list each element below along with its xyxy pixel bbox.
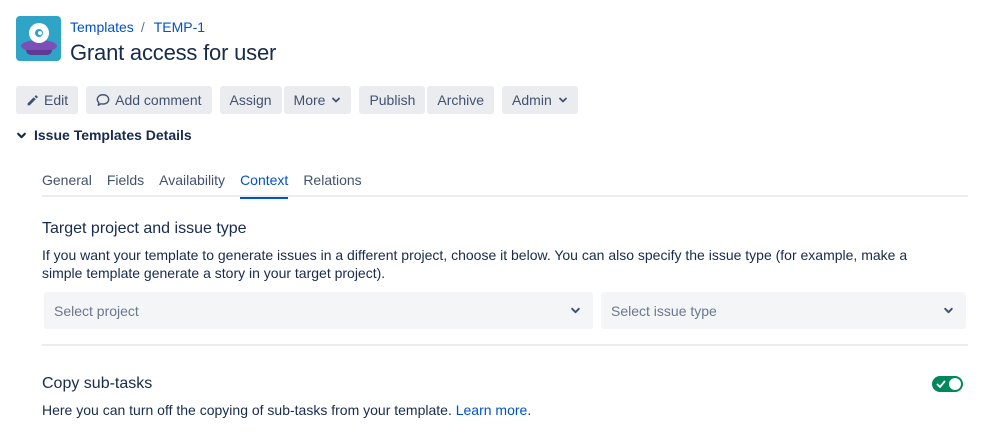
learn-more-link[interactable]: Learn more [456,402,528,418]
publish-button[interactable]: Publish [359,86,426,114]
subtasks-section-title: Copy sub-tasks [42,375,153,392]
archive-button[interactable]: Archive [427,86,495,114]
tab-context[interactable]: Context [240,172,289,199]
project-select[interactable]: Select project [44,292,593,329]
page-title: Grant access for user [70,40,277,65]
breadcrumb-separator: / [140,19,145,35]
chevron-down-icon [331,95,341,105]
add-comment-button-label: Add comment [115,92,202,108]
subtasks-description-suffix: . [527,402,532,418]
edit-button-label: Edit [44,92,69,108]
toggle-knob [949,378,961,390]
breadcrumb-issue-key-link[interactable]: TEMP-1 [154,19,205,35]
subtasks-description-text: Here you can turn off the copying of sub… [42,402,452,418]
project-select-placeholder: Select project [54,302,139,319]
issue-templates-details-toggle[interactable]: Issue Templates Details [16,127,192,143]
chevron-down-icon [16,130,27,141]
edit-button[interactable]: Edit [16,86,79,114]
check-icon [936,377,946,394]
section-title: Issue Templates Details [34,127,192,143]
archive-button-label: Archive [437,92,485,108]
pencil-icon [26,94,39,107]
assign-button-label: Assign [229,92,272,108]
chevron-down-icon [943,303,954,319]
copy-subtasks-toggle[interactable] [932,376,963,392]
add-comment-button[interactable]: Add comment [86,86,212,114]
comment-icon [96,93,110,107]
title-block: Templates / TEMP-1 Grant access for user [70,16,276,66]
details-tabs: General Fields Availability Context Rela… [42,172,968,199]
chevron-down-icon [558,95,568,105]
tab-fields[interactable]: Fields [107,172,144,197]
more-dropdown-button[interactable]: More [283,86,352,114]
tab-general[interactable]: General [42,172,92,197]
breadcrumb: Templates / TEMP-1 [70,17,276,37]
target-section-description: If you want your template to generate is… [42,247,908,281]
breadcrumb-templates-link[interactable]: Templates [70,19,134,35]
admin-dropdown-button[interactable]: Admin [502,86,578,114]
issue-type-select-placeholder: Select issue type [611,302,717,319]
issue-type-select[interactable]: Select issue type [601,292,966,329]
action-toolbar: Edit Add comment Assign More Publish Arc… [16,86,578,114]
chevron-down-icon [570,303,581,319]
publish-button-label: Publish [369,92,416,108]
tab-availability[interactable]: Availability [159,172,225,197]
target-section-title: Target project and issue type [42,220,247,237]
subtasks-section-description: Here you can turn off the copying of sub… [42,401,531,419]
more-button-label: More [293,92,326,108]
tab-relations[interactable]: Relations [303,172,361,197]
project-avatar-icon[interactable] [16,16,61,61]
assign-button[interactable]: Assign [219,86,282,114]
admin-button-label: Admin [512,92,552,108]
section-divider [42,344,968,346]
page-header: Templates / TEMP-1 Grant access for user [16,16,276,66]
